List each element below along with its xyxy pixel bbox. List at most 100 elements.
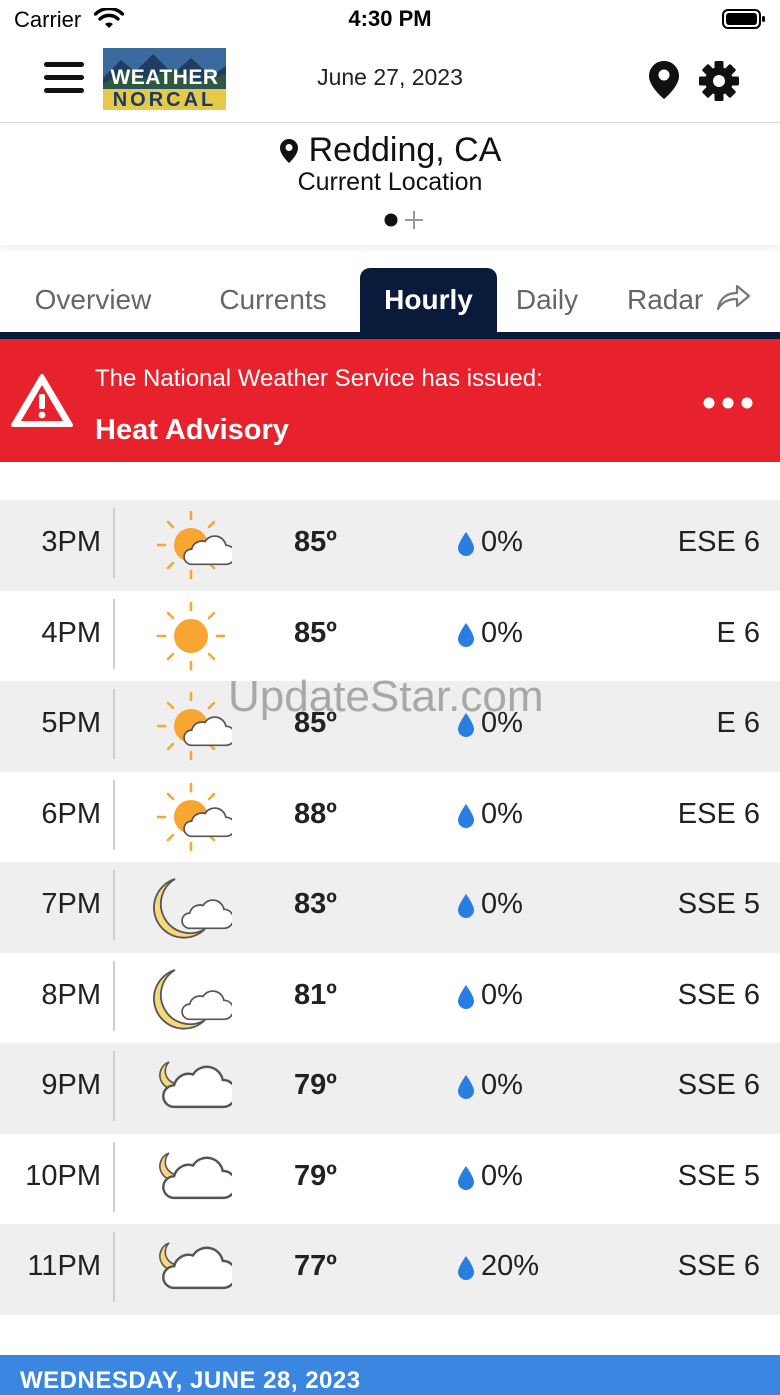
wind: SSE 5 [677,1159,760,1192]
hour-label: 4PM [41,616,101,649]
settings-button[interactable] [698,60,740,107]
hourly-row[interactable]: 8PM 81º 0% SSE 6 [0,952,780,1043]
temperature: 83º [294,888,337,920]
alert-intro: The National Weather Service has issued: [95,365,543,392]
precip-chance: 0% [481,797,523,830]
sun-cloud-icon [150,778,237,856]
hourly-row[interactable]: 7PM 83º 0% SSE 5 [0,862,780,953]
map-pin-icon [649,61,679,99]
raindrop-icon [457,531,475,562]
wind: SSE 5 [677,888,760,920]
precip-chance: 0% [481,978,523,1011]
temperature: 79º [294,1159,337,1192]
location-pin-button[interactable] [648,60,680,105]
logo-line2: NORCAL [103,89,226,110]
tab-hourly[interactable]: Hourly [360,268,497,332]
cloud-moon-icon [150,1049,238,1127]
location-title[interactable]: Redding, CA [0,131,780,170]
location-subtitle: Current Location [297,168,483,196]
day-section-title: WEDNESDAY, JUNE 28, 2023 [20,1367,361,1394]
temperature: 77º [294,1250,337,1282]
wind: E 6 [716,707,760,739]
raindrop-icon [457,984,475,1015]
wind: SSE 6 [677,1250,760,1282]
temperature: 85º [294,616,337,649]
hour-label: 10PM [25,1159,101,1192]
gear-icon [699,61,739,101]
temperature: 85º [294,707,337,739]
hour-label: 5PM [41,707,101,739]
hourly-row[interactable]: 3PM 85º 0% ESE 6 [0,500,780,591]
tab-daily[interactable]: Daily [505,268,589,332]
hourly-row[interactable]: 5PM 85º 0% E 6 [0,681,780,772]
tab-underline [0,332,780,339]
row-divider [113,508,115,578]
temperature: 81º [294,978,337,1011]
row-divider [113,1141,115,1212]
tab-bar: Overview Currents Hourly Daily Radar [0,268,780,332]
temperature: 79º [294,1069,337,1101]
heat-advisory-alert[interactable]: The National Weather Service has issued:… [0,339,780,462]
more-options-icon[interactable] [702,395,754,411]
hour-label: 11PM [27,1250,101,1282]
hour-label: 7PM [41,888,101,920]
battery-icon [722,8,766,35]
wind: SSE 6 [677,978,760,1011]
temperature: 88º [294,797,337,830]
wind: SSE 6 [677,1069,760,1101]
row-divider [113,870,115,940]
raindrop-icon [457,1074,475,1105]
precip-chance: 0% [481,888,523,920]
hour-label: 6PM [41,797,101,830]
moon-cloud-icon [150,868,235,946]
status-time: 4:30 PM [348,6,432,31]
temperature: 85º [294,526,337,558]
status-bar: Carrier 4:30 PM [0,0,780,40]
warning-icon [11,374,73,427]
row-divider [113,1051,115,1121]
tab-currents[interactable]: Currents [198,268,348,332]
sun-cloud-icon [150,687,237,765]
hourly-row[interactable]: 10PM 79º 0% SSE 5 [0,1133,780,1224]
map-pin-icon [279,139,298,163]
share-arrow-icon [716,284,751,311]
cloud-moon-icon [150,1140,238,1218]
cloud-moon-icon [150,1230,238,1308]
sun-icon [150,597,232,675]
raindrop-icon [457,893,475,924]
raindrop-icon [457,803,475,834]
wind: E 6 [716,616,760,649]
row-divider [113,1232,115,1302]
raindrop-icon [457,1255,475,1286]
hourly-row[interactable]: 9PM 79º 0% SSE 6 [0,1043,780,1134]
location-city: Redding, CA [308,131,502,169]
precip-chance: 0% [481,526,523,558]
page-indicator[interactable] [383,211,425,234]
tab-overview[interactable]: Overview [18,268,168,332]
hourly-list: 3PM 85º 0% ESE 6 4PM 85º 0% E 6 5PM 85º 0% E 6 6PM 88… [0,500,780,1315]
day-section-header: WEDNESDAY, JUNE 28, 2023 [0,1355,780,1395]
row-divider [113,598,115,669]
app-header: WEATHER NORCAL June 27, 2023 [0,40,780,123]
hourly-row[interactable]: 11PM 77º 20% SSE 6 [0,1224,780,1315]
sun-cloud-icon [150,506,237,584]
tab-radar[interactable]: Radar [614,268,764,332]
hourly-row[interactable]: 4PM 85º 0% E 6 [0,590,780,681]
row-divider [113,689,115,759]
row-divider [113,779,115,850]
location-panel: Redding, CA Current Location [0,123,780,245]
row-divider [113,960,115,1031]
hour-label: 9PM [41,1069,101,1101]
moon-cloud-icon [150,959,235,1037]
hourly-row[interactable]: 6PM 88º 0% ESE 6 [0,771,780,862]
precip-chance: 0% [481,707,523,739]
precip-chance: 0% [481,1159,523,1192]
raindrop-icon [457,622,475,653]
raindrop-icon [457,712,475,743]
alert-title: Heat Advisory [95,414,289,446]
precip-chance: 0% [481,616,523,649]
wind: ESE 6 [677,797,760,830]
hour-label: 8PM [41,978,101,1011]
hour-label: 3PM [41,526,101,558]
raindrop-icon [457,1165,475,1196]
